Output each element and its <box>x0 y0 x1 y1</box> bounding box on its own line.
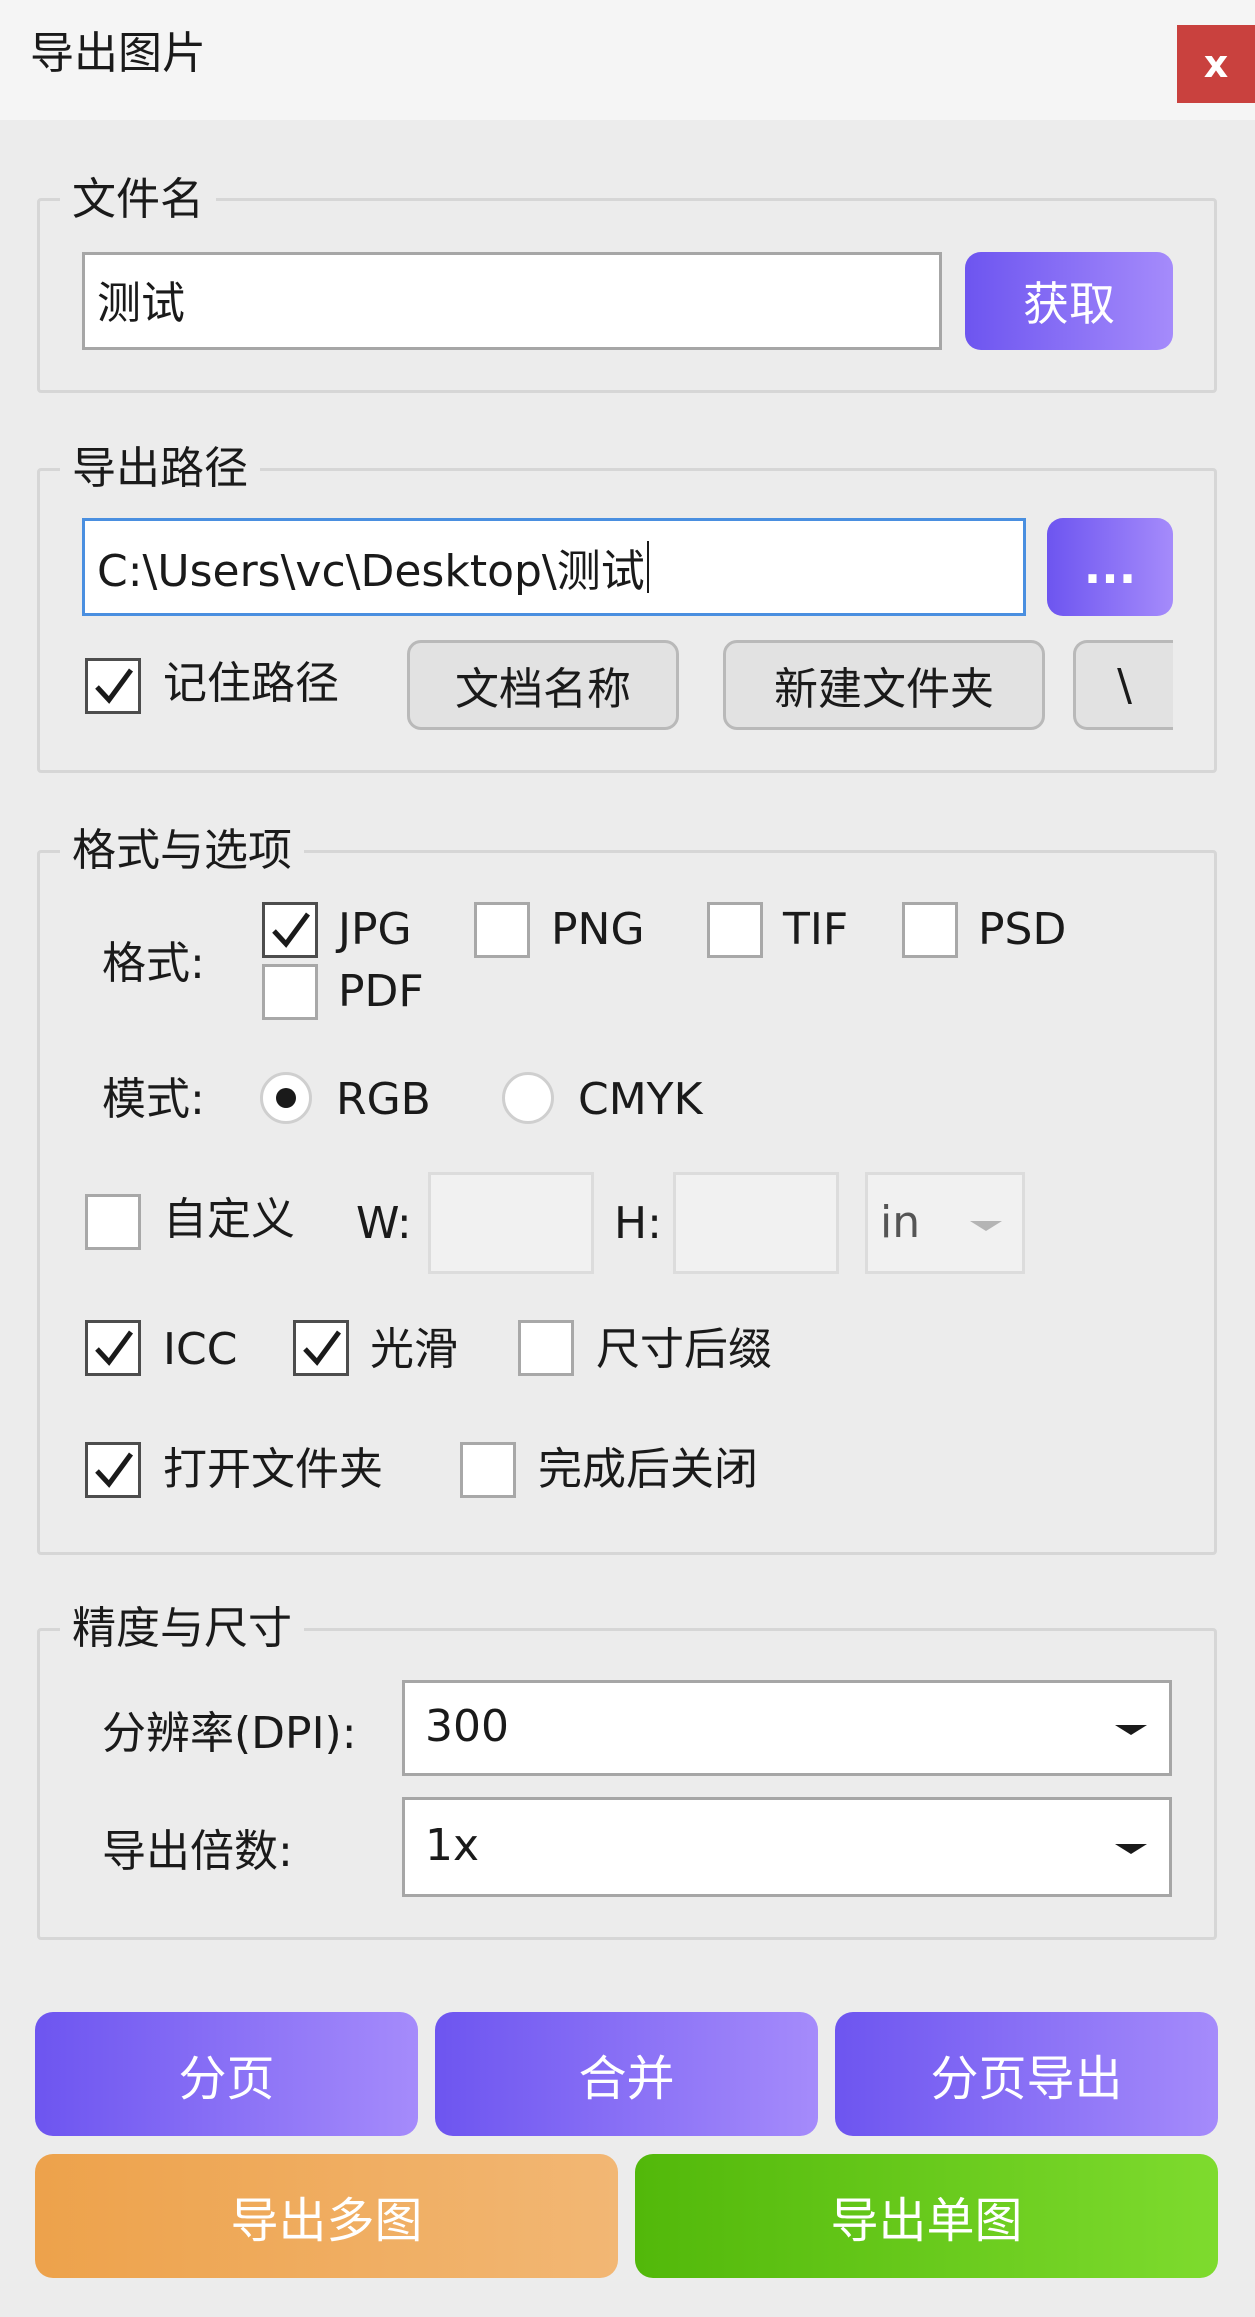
paging-export-button-label: 分页导出 <box>930 2051 1123 2107</box>
path-legend: 导出路径 <box>60 447 260 491</box>
format-pdf-checkbox[interactable] <box>262 964 318 1020</box>
fetch-button-label: 获取 <box>1023 277 1115 331</box>
checkmark-icon <box>95 1452 134 1488</box>
width-input[interactable] <box>428 1172 594 1274</box>
browse-button[interactable]: ... <box>1047 518 1173 616</box>
title-bar: 导出图片 x <box>0 0 1255 120</box>
scale-select-value: 1x <box>425 1820 480 1871</box>
mode-rgb-radio[interactable] <box>260 1072 312 1124</box>
separator-button[interactable]: \ <box>1073 640 1173 730</box>
export-single-button[interactable]: 导出单图 <box>635 2154 1218 2278</box>
format-jpg-checkbox[interactable] <box>262 902 318 958</box>
icc-label: ICC <box>163 1324 238 1375</box>
filename-input-value: 测试 <box>97 278 185 329</box>
height-input[interactable] <box>673 1172 839 1274</box>
checkmark-icon <box>303 1330 342 1366</box>
filename-legend: 文件名 <box>60 178 216 222</box>
doc-name-button[interactable]: 文档名称 <box>407 640 679 730</box>
precision-legend: 精度与尺寸 <box>60 1607 304 1651</box>
close-after-label: 完成后关闭 <box>538 1444 758 1495</box>
scale-label: 导出倍数: <box>102 1826 293 1877</box>
size-suffix-label: 尺寸后缀 <box>596 1324 772 1375</box>
unit-select[interactable]: in <box>865 1172 1025 1274</box>
export-single-button-label: 导出单图 <box>830 2193 1023 2249</box>
height-label: H: <box>614 1198 662 1249</box>
dpi-label: 分辨率(DPI): <box>102 1708 357 1759</box>
unit-select-value: in <box>880 1197 921 1248</box>
mode-cmyk-label: CMYK <box>578 1074 703 1125</box>
format-legend: 格式与选项 <box>60 829 304 873</box>
path-input-value: C:\Users\vc\Desktop\测试 <box>97 546 645 597</box>
paging-button[interactable]: 分页 <box>35 2012 418 2136</box>
smooth-label: 光滑 <box>370 1324 458 1375</box>
mode-cmyk-radio[interactable] <box>502 1072 554 1124</box>
mode-rgb-label: RGB <box>336 1074 431 1125</box>
checkmark-icon <box>95 668 134 704</box>
separator-button-label: \ <box>1117 659 1132 711</box>
chevron-down-icon <box>1115 1725 1147 1735</box>
format-tif-checkbox[interactable] <box>707 902 763 958</box>
window-title: 导出图片 <box>30 28 206 79</box>
format-psd-label: PSD <box>978 904 1067 955</box>
format-png-checkbox[interactable] <box>474 902 530 958</box>
remember-path-checkbox[interactable] <box>85 658 141 714</box>
text-cursor <box>646 541 649 593</box>
chevron-down-icon <box>970 1221 1002 1231</box>
mode-label: 模式: <box>102 1074 205 1125</box>
format-psd-checkbox[interactable] <box>902 902 958 958</box>
close-button[interactable]: x <box>1177 25 1255 103</box>
new-folder-button-label: 新建文件夹 <box>774 664 994 715</box>
scale-select[interactable]: 1x <box>402 1797 1172 1897</box>
smooth-checkbox[interactable] <box>293 1320 349 1376</box>
close-after-checkbox[interactable] <box>460 1442 516 1498</box>
remember-path-label: 记住路径 <box>163 658 339 709</box>
merge-button-label: 合并 <box>578 2051 675 2107</box>
fetch-button[interactable]: 获取 <box>965 252 1173 350</box>
dpi-select-value: 300 <box>425 1701 509 1752</box>
format-label: 格式: <box>102 938 205 989</box>
size-suffix-checkbox[interactable] <box>518 1320 574 1376</box>
paging-export-button[interactable]: 分页导出 <box>835 2012 1218 2136</box>
export-multi-button-label: 导出多图 <box>230 2193 423 2249</box>
custom-size-label: 自定义 <box>163 1194 295 1245</box>
icc-checkbox[interactable] <box>85 1320 141 1376</box>
format-pdf-label: PDF <box>338 966 424 1017</box>
checkmark-icon <box>95 1330 134 1366</box>
chevron-down-icon <box>1115 1844 1147 1854</box>
open-folder-label: 打开文件夹 <box>163 1444 383 1495</box>
format-png-label: PNG <box>551 904 645 955</box>
width-label: W: <box>356 1198 412 1249</box>
path-input[interactable]: C:\Users\vc\Desktop\测试 <box>82 518 1026 616</box>
radio-selected-dot <box>276 1088 296 1108</box>
browse-icon: ... <box>1083 540 1137 594</box>
format-tif-label: TIF <box>783 904 849 955</box>
paging-button-label: 分页 <box>178 2051 275 2107</box>
custom-size-checkbox[interactable] <box>85 1194 141 1250</box>
close-icon: x <box>1203 42 1229 86</box>
checkmark-icon <box>272 912 311 948</box>
doc-name-button-label: 文档名称 <box>455 664 631 715</box>
export-multi-button[interactable]: 导出多图 <box>35 2154 618 2278</box>
format-jpg-label: JPG <box>338 904 412 955</box>
merge-button[interactable]: 合并 <box>435 2012 818 2136</box>
new-folder-button[interactable]: 新建文件夹 <box>723 640 1045 730</box>
dpi-select[interactable]: 300 <box>402 1680 1172 1776</box>
filename-input[interactable]: 测试 <box>82 252 942 350</box>
open-folder-checkbox[interactable] <box>85 1442 141 1498</box>
